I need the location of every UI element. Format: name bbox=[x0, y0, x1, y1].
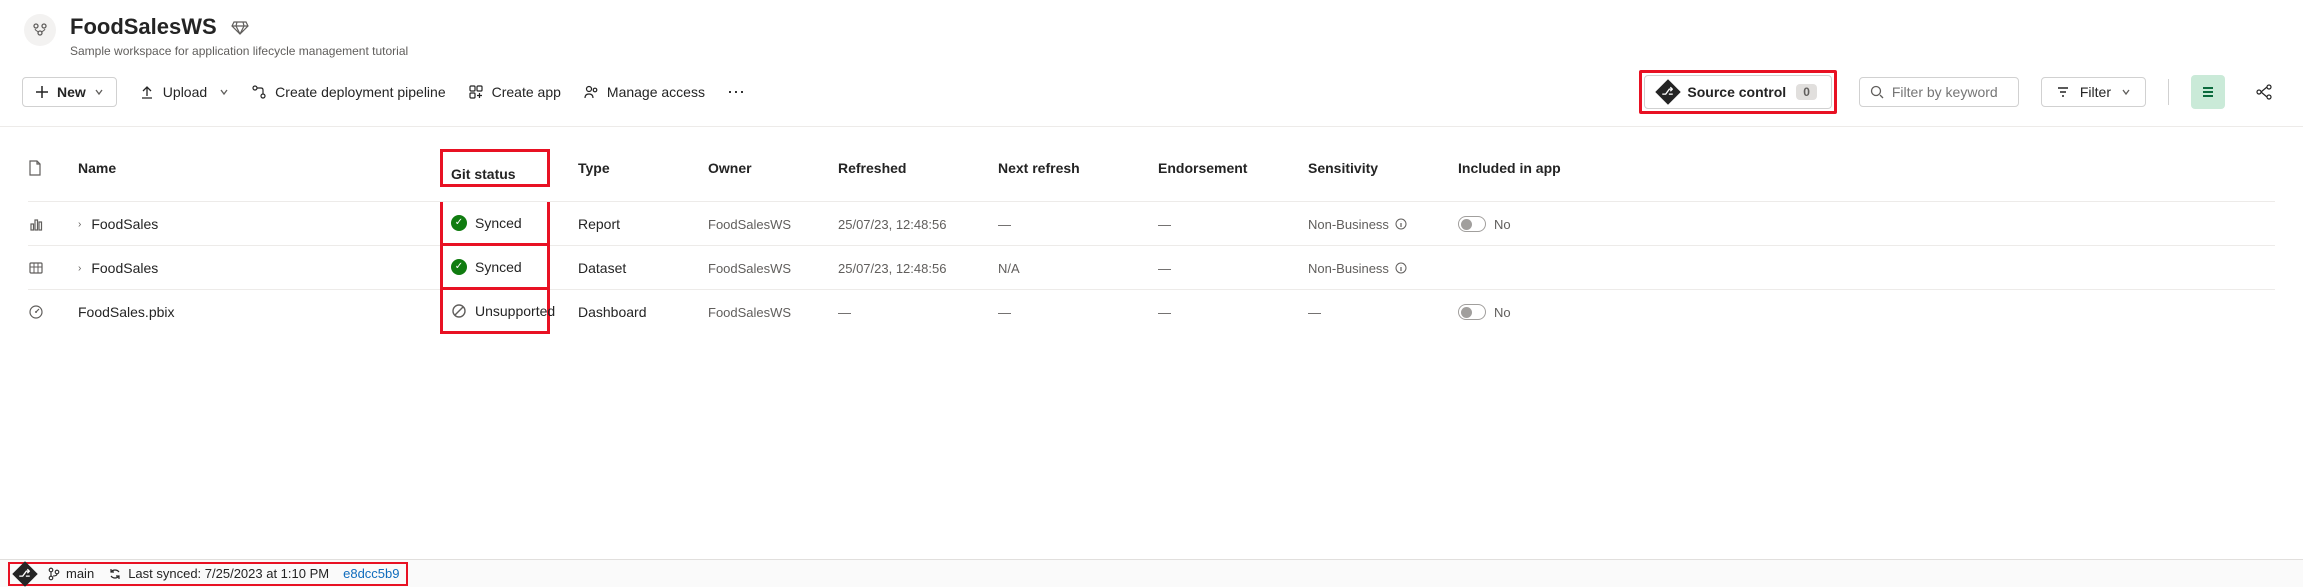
item-next-refresh: — bbox=[998, 217, 1158, 232]
lineage-icon bbox=[2255, 83, 2273, 101]
info-icon[interactable] bbox=[1395, 262, 1407, 274]
upload-label: Upload bbox=[163, 84, 207, 100]
col-owner[interactable]: Owner bbox=[708, 160, 838, 176]
col-included[interactable]: Included in app bbox=[1458, 160, 1578, 176]
create-pipeline-button[interactable]: Create deployment pipeline bbox=[251, 84, 445, 100]
create-app-button[interactable]: Create app bbox=[468, 84, 561, 100]
toolbar-divider bbox=[2168, 79, 2169, 105]
col-endorsement[interactable]: Endorsement bbox=[1158, 160, 1308, 176]
app-icon bbox=[468, 84, 484, 100]
dashboard-icon bbox=[28, 304, 78, 320]
source-control-label: Source control bbox=[1687, 84, 1786, 100]
col-name[interactable]: Name bbox=[78, 160, 448, 176]
table-row[interactable]: › FoodSales ✓ Synced Dataset FoodSalesWS 2… bbox=[28, 245, 2275, 289]
manage-access-label: Manage access bbox=[607, 84, 705, 100]
manage-access-button[interactable]: Manage access bbox=[583, 84, 705, 100]
expand-icon[interactable]: › bbox=[78, 219, 81, 230]
status-bar: ⎇ main Last synced: 7/25/2023 at 1:10 PM… bbox=[0, 559, 2303, 587]
col-next-refresh[interactable]: Next refresh bbox=[998, 160, 1158, 176]
last-synced-label: Last synced: 7/25/2023 at 1:10 PM bbox=[128, 566, 329, 581]
upload-button[interactable]: Upload bbox=[139, 84, 229, 100]
workspace-header: FoodSalesWS Sample workspace for applica… bbox=[0, 0, 2303, 58]
item-type: Dataset bbox=[578, 260, 708, 276]
info-icon[interactable] bbox=[1395, 218, 1407, 230]
filter-label: Filter bbox=[2080, 84, 2111, 100]
git-icon: ⎇ bbox=[1656, 79, 1681, 104]
expand-icon[interactable]: › bbox=[78, 263, 81, 274]
git-status-label: Unsupported bbox=[475, 303, 555, 319]
search-icon bbox=[1870, 85, 1884, 99]
toggle-label: No bbox=[1494, 217, 1511, 232]
item-name: FoodSales.pbix bbox=[78, 304, 175, 320]
item-endorsement: — bbox=[1158, 261, 1308, 276]
pipeline-label: Create deployment pipeline bbox=[275, 84, 445, 100]
source-control-button[interactable]: ⎇ Source control 0 bbox=[1644, 75, 1831, 109]
toolbar: New Upload Create deployment pipeline Cr… bbox=[0, 58, 2303, 127]
workspace-title: FoodSalesWS bbox=[70, 14, 217, 40]
col-type[interactable]: Type bbox=[578, 160, 708, 176]
access-icon bbox=[583, 84, 599, 100]
item-sensitivity: — bbox=[1308, 305, 1458, 320]
item-next-refresh: — bbox=[998, 305, 1158, 320]
filter-button[interactable]: Filter bbox=[2041, 77, 2146, 107]
item-owner: FoodSalesWS bbox=[708, 217, 838, 232]
item-owner: FoodSalesWS bbox=[708, 261, 838, 276]
item-owner: FoodSalesWS bbox=[708, 305, 838, 320]
new-button[interactable]: New bbox=[22, 77, 117, 107]
item-name: FoodSales bbox=[91, 216, 158, 232]
list-view-button[interactable] bbox=[2191, 75, 2225, 109]
more-button[interactable]: ⋯ bbox=[727, 82, 747, 103]
item-name: FoodSales bbox=[91, 260, 158, 276]
unsupported-icon bbox=[451, 303, 467, 319]
col-sensitivity[interactable]: Sensitivity bbox=[1308, 160, 1458, 176]
dataset-icon bbox=[28, 260, 78, 276]
upload-icon bbox=[139, 84, 155, 100]
commit-hash-link[interactable]: e8dcc5b9 bbox=[343, 566, 399, 581]
item-refreshed: 25/07/23, 12:48:56 bbox=[838, 217, 998, 232]
git-icon: ⎇ bbox=[12, 561, 37, 586]
item-endorsement: — bbox=[1158, 217, 1308, 232]
item-sensitivity: Non-Business bbox=[1308, 217, 1389, 232]
item-sensitivity: Non-Business bbox=[1308, 261, 1389, 276]
workspace-description: Sample workspace for application lifecyc… bbox=[70, 44, 408, 58]
item-type: Dashboard bbox=[578, 304, 708, 320]
item-endorsement: — bbox=[1158, 305, 1308, 320]
report-icon bbox=[28, 216, 78, 232]
synced-icon: ✓ bbox=[451, 215, 467, 231]
item-refreshed: — bbox=[838, 305, 998, 320]
git-status-label: Synced bbox=[475, 259, 522, 275]
synced-icon: ✓ bbox=[451, 259, 467, 275]
content-table: Name Git status Type Owner Refreshed Nex… bbox=[0, 127, 2303, 373]
search-field[interactable] bbox=[1892, 84, 2002, 100]
git-status-label: Synced bbox=[475, 215, 522, 231]
chevron-down-icon bbox=[219, 87, 229, 97]
new-label: New bbox=[57, 84, 86, 100]
filter-icon bbox=[2056, 85, 2070, 99]
list-icon bbox=[2200, 84, 2216, 100]
premium-diamond-icon bbox=[231, 18, 249, 36]
included-toggle[interactable] bbox=[1458, 216, 1486, 232]
pipeline-icon bbox=[251, 84, 267, 100]
col-git-status[interactable]: Git status bbox=[451, 166, 516, 182]
item-type: Report bbox=[578, 216, 708, 232]
toggle-label: No bbox=[1494, 305, 1511, 320]
source-control-count: 0 bbox=[1796, 84, 1817, 100]
table-row[interactable]: › FoodSales ✓ Synced Report FoodSalesWS 25… bbox=[28, 201, 2275, 245]
item-refreshed: 25/07/23, 12:48:56 bbox=[838, 261, 998, 276]
col-icon-header bbox=[28, 160, 78, 176]
item-next-refresh: N/A bbox=[998, 261, 1158, 276]
col-refreshed[interactable]: Refreshed bbox=[838, 160, 998, 176]
search-input-wrapper[interactable] bbox=[1859, 77, 2019, 107]
included-toggle[interactable] bbox=[1458, 304, 1486, 320]
branch-name: main bbox=[66, 566, 94, 581]
table-row[interactable]: FoodSales.pbix Unsupported Dashboard Foo… bbox=[28, 289, 2275, 333]
branch-indicator[interactable]: main bbox=[48, 566, 94, 581]
lineage-view-button[interactable] bbox=[2247, 75, 2281, 109]
sync-indicator[interactable]: Last synced: 7/25/2023 at 1:10 PM bbox=[108, 566, 329, 581]
workspace-icon bbox=[24, 14, 56, 46]
create-app-label: Create app bbox=[492, 84, 561, 100]
